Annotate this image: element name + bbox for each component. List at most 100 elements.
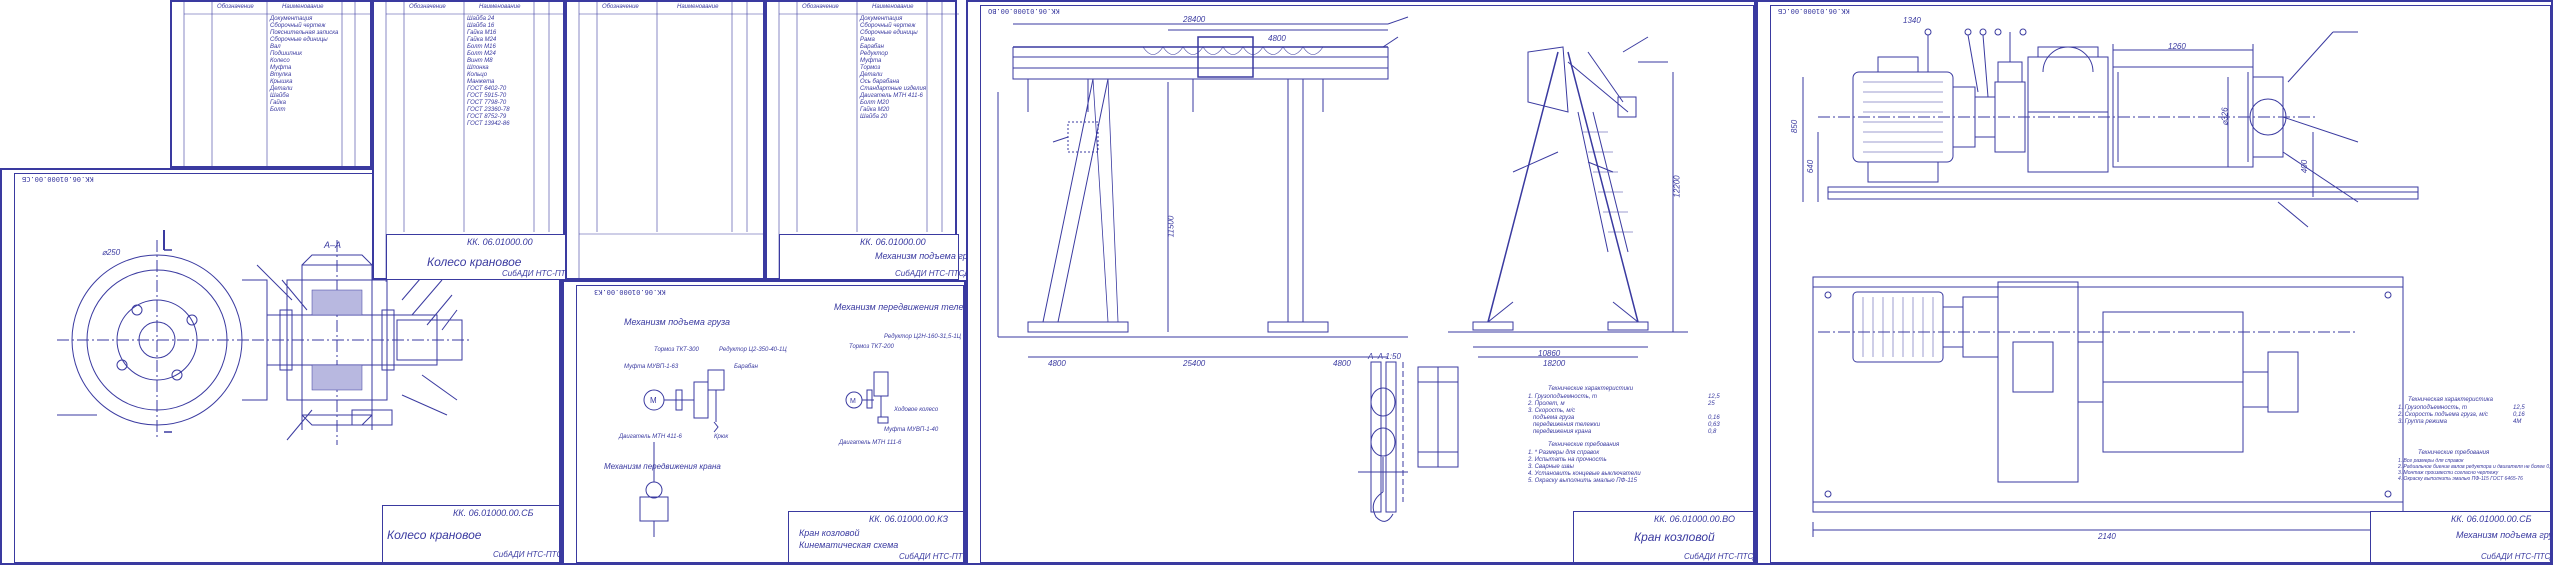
- spec-row: Барабан: [860, 44, 884, 50]
- title-block: КК. 06.01000.00.КЗ Кран козловой Кинемат…: [788, 511, 974, 563]
- spec-col-designation: Обозначение: [802, 4, 839, 10]
- req-list: 1. * Размеры для справок 2. Испытать на …: [1528, 450, 1641, 484]
- spec-row: Манжета: [467, 79, 495, 85]
- organization: СибАДИ НТС-ПТСД: [899, 552, 974, 561]
- spec-row: Детали: [860, 72, 883, 78]
- drawing-code: КК. 06.01000.00.СБ: [2451, 514, 2532, 524]
- spec-row: Вал: [270, 44, 281, 50]
- spec-col-designation: Обозначение: [409, 4, 446, 10]
- tech-list: 1. Грузоподъемность, т 2. Скорость подъе…: [2398, 405, 2489, 425]
- spec-row: Шайба 20: [860, 114, 888, 120]
- dim-top: 4800: [1268, 34, 1286, 43]
- svg-text:M: M: [850, 398, 856, 405]
- spec-row: ГОСТ 8752-79: [467, 114, 507, 120]
- dim-right: 4800: [1333, 359, 1351, 368]
- dim-base-1: 10860: [1538, 349, 1561, 358]
- section-label: А–А: [324, 240, 342, 250]
- drawing-code: КК. 06.01000.00.СБ: [453, 508, 534, 518]
- dim-bottom: 2140: [2098, 532, 2116, 541]
- spec-row: Пояснительная записка: [270, 30, 339, 36]
- spec-row: Детали: [270, 86, 293, 92]
- spec-row: Сборочные единицы: [270, 37, 328, 43]
- drawing-title: Колесо крановое: [387, 528, 482, 542]
- sheet-hoist: КК.06.01000.00.СБ 1340 1260 850 640 400 …: [1756, 0, 2553, 565]
- spec-row: ГОСТ 7798-70: [467, 100, 507, 106]
- dim-left: 4800: [1048, 359, 1066, 368]
- spec-row: ГОСТ 23360-78: [467, 107, 510, 113]
- spec-row: Втулка: [270, 72, 292, 78]
- spec-row: Подшипник: [270, 51, 303, 57]
- dim-mid: 25400: [1183, 359, 1206, 368]
- organization: СибАДИ НТС-ПТСД: [895, 269, 970, 278]
- sheet-spec-1: Обозначение Наименование Документация Сб…: [170, 0, 374, 170]
- spec-row: Шайба 16: [467, 23, 495, 29]
- spec-row: Документация: [270, 16, 313, 22]
- organization: СибАДИ НТС-ПТСД: [1684, 552, 1759, 561]
- tech-title: Техническая характеристика: [2408, 397, 2493, 403]
- drawing-title: Механизм подъема груза: [2456, 530, 2553, 540]
- spec-row: Сборочный чертеж: [270, 23, 326, 29]
- tech-values: 12,5 0,16 4М: [2513, 405, 2525, 425]
- svg-text:M: M: [650, 396, 657, 405]
- req-title: Технические требования: [1548, 442, 1620, 448]
- spec-row: Болт М24: [467, 51, 496, 57]
- spec-row: Винт М8: [467, 58, 493, 64]
- spec-col-designation: Обозначение: [217, 4, 254, 10]
- drawing-code: КК. 06.01000.00.ВО: [1654, 514, 1735, 524]
- tech-list: 1. Грузоподъемность, т 2. Пролет, м 3. С…: [1528, 394, 1601, 435]
- drawing-code: КК. 06.01000.00: [467, 237, 533, 247]
- spec-row: Болт М16: [467, 44, 496, 50]
- spec-row: Стандартные изделия: [860, 86, 927, 92]
- drawing-code: КК. 06.01000.00: [860, 237, 926, 247]
- spec-row: Ось барабана: [860, 79, 900, 85]
- spec-row: Гайка М24: [467, 37, 497, 43]
- spec-row: Документация: [860, 16, 903, 22]
- drawing-title: Кран козловой: [1634, 530, 1715, 544]
- spec-row: Муфта: [860, 58, 882, 64]
- spec-col-name: Наименование: [872, 4, 914, 10]
- sheet-spec-3: Обозначение Наименование Документация Сб…: [765, 0, 981, 282]
- spec-col-name: Наименование: [479, 4, 521, 10]
- spec-rows: Документация Сборочный чертеж Сборочные …: [860, 16, 927, 121]
- dim-base-2: 18200: [1543, 359, 1566, 368]
- dim-height: 11500: [1166, 215, 1176, 238]
- dim-h2: 640: [1806, 159, 1816, 174]
- sheet-kinematic: КК.06.01000.00.КЗ Механизм подъема груза…: [562, 280, 979, 565]
- spec-row: Шпонка: [467, 65, 489, 71]
- sheet-crane: КК.06.01000.00.ВО 28400 4800 11500 4800 …: [966, 0, 1759, 565]
- title-block: КК. 06.01000.00.СБ Колесо крановое СибАД…: [382, 505, 568, 563]
- diameter-dim: ⌀250: [102, 248, 121, 257]
- req-list: 1. Все размеры для справок 2. Радиальное…: [2398, 458, 2553, 482]
- tech-values: 12,5 25 0,16 0,63 0,8: [1708, 394, 1720, 435]
- spec-row: Колесо: [270, 58, 290, 64]
- drawing-title: Кран козловой: [799, 528, 860, 538]
- spec-row: ГОСТ 6402-70: [467, 86, 507, 92]
- title-block: КК. 06.01000.00.ВО Кран козловой СибАДИ …: [1573, 511, 1759, 563]
- drawing-code: КК. 06.01000.00.КЗ: [869, 514, 948, 524]
- organization: СибАДИ НТС-ПТСД: [493, 550, 568, 559]
- spec-row: Гайка М16: [467, 30, 497, 36]
- spec-row: Крышка: [270, 79, 293, 85]
- spec-col-name: Наименование: [282, 4, 324, 10]
- spec-row: Кольцо: [467, 72, 488, 78]
- spec-row: Редуктор: [860, 51, 888, 57]
- sheet-spec-2b: Обозначение Наименование: [565, 0, 767, 282]
- spec-row: Муфта: [270, 65, 292, 71]
- organization: СибАДИ НТС-ПТСД: [2481, 552, 2553, 561]
- dim-drum: 1260: [2168, 42, 2186, 51]
- spec-row: Тормоз: [860, 65, 881, 71]
- spec-rows: Документация Сборочный чертеж Пояснитель…: [270, 16, 340, 114]
- title-block: КК. 06.01000.00 Колесо крановое СибАДИ Н…: [386, 234, 577, 280]
- spec-row: Болт М20: [860, 100, 889, 106]
- spec-row: Сборочные единицы: [860, 30, 918, 36]
- dim-h1: 850: [1790, 119, 1800, 134]
- spec-rows: Шайба 24 Шайба 16 Гайка М16 Гайка М24 Бо…: [467, 16, 532, 128]
- spec-row: Гайка М20: [860, 107, 890, 113]
- spec-row: Гайка: [270, 100, 286, 106]
- dim-span: 28400: [1183, 15, 1206, 24]
- spec-row: ГОСТ 13942-86: [467, 121, 510, 127]
- spec-grid: [578, 2, 767, 282]
- title-block: КК. 06.01000.00.СБ Механизм подъема груз…: [2370, 511, 2553, 563]
- spec-row: Болт: [270, 107, 286, 113]
- spec-row: Шайба 24: [467, 16, 495, 22]
